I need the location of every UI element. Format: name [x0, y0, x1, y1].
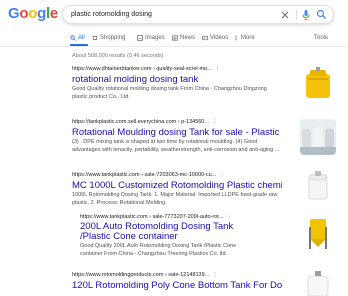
tabs-divider — [0, 46, 348, 47]
yellow-tank-image — [300, 66, 336, 102]
search-icon — [70, 35, 76, 41]
more-options-icon[interactable]: ⋮ — [215, 66, 221, 72]
result-url[interactable]: https://www.tankplastic.com › sale-77732… — [80, 214, 240, 221]
clear-icon[interactable] — [280, 10, 290, 20]
tab-more[interactable]: More — [233, 34, 255, 42]
poly-tank-image — [300, 270, 336, 296]
tab-news[interactable]: News — [172, 34, 195, 42]
result-url-text: https://www.dhtainerbtanker.com › qualit… — [72, 66, 212, 72]
search-tabs: All Shopping Images News Videos More Too… — [0, 32, 348, 46]
logo-letter: G — [8, 5, 20, 22]
result-title-link[interactable]: MC 1000L Customized Rotomolding Plastic … — [72, 180, 282, 191]
result-title-link[interactable]: Rotational Moulding dosing Tank for sale… — [72, 127, 282, 138]
more-icon — [235, 35, 237, 41]
result-url[interactable]: https://www.rotomoldingproducts.com › sa… — [72, 272, 282, 279]
white-tank-image — [300, 168, 336, 204]
search-input[interactable]: plastic rotomolding dosing — [71, 9, 152, 20]
tools-button[interactable]: Tools — [314, 34, 328, 42]
result-url-text: https://www.tankplastic.com › sale-72030… — [72, 172, 217, 178]
result-title-link[interactable]: 200L Auto Rotomolding Dosing Tank /Plast… — [80, 222, 240, 242]
result-url[interactable]: https://www.dhtainerbtanker.com › qualit… — [72, 66, 282, 73]
search-icon[interactable] — [316, 9, 327, 20]
tab-shopping[interactable]: Shopping — [92, 34, 125, 42]
result-snippet: (3) . DPE mixing tank is shaped at two t… — [72, 139, 280, 153]
result-thumbnail[interactable] — [300, 119, 336, 155]
header: Google plastic rotomolding dosing — [0, 0, 348, 30]
more-options-icon[interactable]: ⋮ — [212, 119, 218, 125]
result-snippet: Good Quality 200L Auto Rotomolding Dosin… — [80, 243, 237, 257]
result-snippet: Good Quality rotational molding dosing t… — [72, 86, 267, 100]
logo-letter: o — [19, 5, 29, 22]
result-thumbnail[interactable] — [300, 215, 336, 251]
result-url-text: https://www.rotomoldingproducts.com › sa… — [72, 272, 210, 278]
search-result: https://www.rotomoldingproducts.com › sa… — [72, 272, 282, 291]
videos-icon — [202, 35, 208, 41]
logo-letter: e — [49, 5, 58, 22]
more-options-icon[interactable]: ⋮ — [219, 172, 225, 178]
result-title-link[interactable]: rotational molding dosing tank — [72, 74, 282, 85]
shopping-icon — [92, 36, 98, 40]
search-result: https://tankplastic.com.sell.everychina.… — [72, 119, 282, 154]
tab-label: Images — [145, 35, 165, 41]
search-result: https://www.tankplastic.com › sale-72030… — [72, 172, 282, 207]
tab-label: News — [180, 35, 196, 41]
result-thumbnail[interactable] — [300, 66, 336, 102]
result-thumbnail[interactable] — [300, 270, 336, 296]
more-options-icon[interactable]: ⋮ — [226, 214, 232, 220]
tab-label: All — [78, 35, 85, 41]
logo-letter: o — [28, 5, 38, 22]
result-url-text: https://tankplastic.com.sell.everychina.… — [72, 119, 209, 125]
tab-label: More — [241, 35, 255, 41]
search-result: https://www.dhtainerbtanker.com › qualit… — [72, 66, 282, 101]
more-options-icon[interactable]: ⋮ — [212, 272, 218, 278]
google-logo[interactable]: Google — [8, 6, 58, 22]
search-sub-result: https://www.tankplastic.com › sale-77732… — [80, 214, 240, 258]
result-snippet: 1000L Rotomolding Dosing Tank. 1. Major … — [72, 192, 278, 206]
search-box[interactable]: plastic rotomolding dosing — [62, 5, 334, 24]
tab-videos[interactable]: Videos — [202, 34, 228, 42]
result-thumbnail[interactable] — [300, 168, 336, 204]
news-icon — [172, 35, 178, 41]
tools-label: Tools — [314, 35, 329, 41]
tab-images[interactable]: Images — [137, 34, 165, 42]
result-url[interactable]: https://www.tankplastic.com › sale-72030… — [72, 172, 282, 179]
images-icon — [137, 35, 143, 41]
result-url[interactable]: https://tankplastic.com.sell.everychina.… — [72, 119, 282, 126]
logo-letter: g — [37, 5, 46, 22]
divider — [296, 10, 297, 20]
result-url-text: https://www.tankplastic.com › sale-77732… — [80, 214, 224, 220]
tab-label: Videos — [210, 35, 229, 41]
cone-tank-image — [300, 215, 336, 251]
mic-icon[interactable] — [301, 9, 311, 21]
result-title-link[interactable]: 120L Rotomolding Poly Cone Bottom Tank F… — [72, 280, 282, 291]
result-stats: About 568,000 results (0.46 seconds) — [72, 53, 164, 59]
tab-all[interactable]: All — [70, 34, 85, 42]
tab-label: Shopping — [100, 35, 126, 41]
tank-row-image — [300, 119, 336, 155]
